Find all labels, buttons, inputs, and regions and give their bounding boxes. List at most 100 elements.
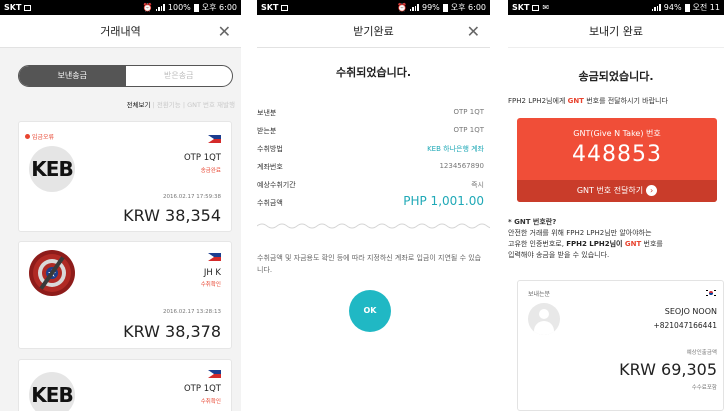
battery-icon	[684, 3, 690, 12]
status-bar: SKT ⏰ 99% 오후 6:00	[257, 0, 490, 15]
recipient-name: JH K	[203, 268, 221, 278]
tab-sent[interactable]: 보낸송금	[19, 66, 126, 86]
explain-line: 안전한 거래를 위해 FPH2 LPH2님만 알아야하는	[508, 229, 652, 237]
user-avatar-icon	[528, 303, 560, 335]
share-gnt-button[interactable]: GNT 번호 전달하기 ›	[517, 180, 717, 202]
battery-icon	[442, 3, 448, 12]
send-complete-screen: SKT ✉ 94% 오전 11 보내기 완료 송금되었습니다. FPH2 LPH2…	[508, 0, 724, 411]
wave-divider	[257, 223, 490, 229]
detail-key: 보낸분	[257, 109, 277, 117]
received-amount: PHP 1,001.00	[403, 194, 484, 208]
gnt-code-panel: GNT(Give N Take) 번호 448853 GNT 번호 전달하기 ›	[517, 118, 717, 202]
sender-label: 보내는분	[528, 291, 551, 298]
close-icon[interactable]: ✕	[467, 15, 480, 48]
gnt-question: * GNT 번호란?	[508, 218, 557, 226]
clock: 오후 6:00	[201, 3, 237, 12]
alarm-icon: ⏰	[397, 3, 407, 12]
detail-row: 수취방법 KEB 하나은행 계좌	[257, 139, 490, 157]
filter-links: 전체보기 | 전환기능 | GNT 번호 재발행	[0, 99, 241, 109]
detail-value: KEB 하나은행 계좌	[427, 145, 484, 153]
app-header: 거래내역 ✕	[0, 15, 241, 48]
transfer-status: 수취확인	[200, 399, 221, 405]
detail-value: OTP 1QT	[453, 126, 484, 134]
status-bar: SKT ⏰ 100% 오후 6:00	[0, 0, 241, 15]
delay-notice: 수취금액 및 자금용도 확인 등에 따라 지정하신 계좌로 입금이 지연될 수 …	[257, 254, 482, 274]
transaction-card[interactable]: 입금오류 KEB OTP 1QT 송금완료 2016.02.17 17:59:3…	[18, 121, 232, 232]
transaction-card[interactable]: JH K 수취확인 2016.02.17 13:28:13 KRW 38,378	[18, 241, 232, 349]
detail-key: 받는분	[257, 127, 277, 135]
korea-flag-icon	[705, 289, 717, 299]
detail-row: 받는분 OTP 1QT	[257, 121, 490, 139]
instruction-text: FPH2 LPH2님에게	[508, 97, 568, 105]
explain-line: 입력해야 송금을 받을 수 있습니다.	[508, 251, 610, 259]
filter-all-link[interactable]: 전체보기	[127, 101, 151, 109]
app-header: 보내기 완료	[508, 15, 724, 48]
receipt-details: 보낸분 OTP 1QT 받는분 OTP 1QT 수취방법 KEB 하나은행 계좌 계좌…	[257, 103, 490, 211]
completion-heading: 수취되었습니다.	[335, 66, 412, 79]
carrier-label: SKT	[261, 3, 279, 12]
gnt-code-label: GNT(Give N Take) 번호	[573, 129, 661, 138]
bank-avatar: KEB	[29, 146, 75, 192]
sender-phone: +821047166441	[653, 321, 717, 330]
detail-value: 즉시	[471, 181, 484, 189]
ok-button[interactable]: OK	[349, 290, 391, 332]
sender-name: SEOJO NOON	[664, 307, 717, 316]
detail-key: 수취방법	[257, 145, 283, 153]
screenshot-icon	[24, 4, 32, 11]
battery-percent: 94%	[663, 3, 682, 12]
shield-avatar-icon	[29, 250, 75, 296]
transfer-date: 2016.02.17 17:59:38	[163, 194, 221, 200]
error-badge: 입금오류	[25, 132, 54, 141]
mail-icon: ✉	[542, 3, 550, 12]
recipient-name: OTP 1QT	[183, 153, 221, 163]
detail-value: OTP 1QT	[453, 108, 484, 116]
gnt-highlight: GNT	[567, 97, 584, 105]
signal-icon	[651, 4, 661, 11]
screenshot-stage: SKT ⏰ 100% 오후 6:00 거래내역 ✕ 보낸송금 받은송금 전체보기…	[0, 0, 724, 411]
detail-row: 계좌번호 1234567890	[257, 157, 490, 175]
share-gnt-label: GNT 번호 전달하기	[576, 186, 644, 195]
detail-key: 계좌번호	[257, 163, 283, 171]
tab-received[interactable]: 받은송금	[126, 66, 233, 86]
instruction-text: 번호를 전달하시기 바랍니다	[583, 97, 668, 105]
detail-key: 예상수취기간	[257, 181, 296, 189]
signal-icon	[155, 4, 165, 11]
transaction-card[interactable]: KEB OTP 1QT 수취확인	[18, 359, 232, 411]
fee-label: 수수료포함	[691, 385, 717, 391]
error-badge-label: 입금오류	[32, 134, 55, 141]
transaction-history-screen: SKT ⏰ 100% 오후 6:00 거래내역 ✕ 보낸송금 받은송금 전체보기…	[0, 0, 241, 411]
carrier-label: SKT	[4, 3, 22, 12]
clock: 오전 11	[692, 3, 720, 12]
detail-row: 수취금액 PHP 1,001.00	[257, 193, 490, 211]
detail-key: 수취금액	[257, 199, 283, 207]
detail-row: 보낸분 OTP 1QT	[257, 103, 490, 121]
recipient-name: OTP 1QT	[183, 384, 221, 394]
expected-label: 예상인출금액	[686, 350, 717, 356]
app-header: 받기완료 ✕	[257, 15, 490, 48]
page-title: 거래내역	[100, 25, 141, 38]
page-title: 보내기 완료	[588, 25, 644, 38]
error-dot-icon	[25, 134, 30, 139]
explain-line: 고유한 인증번호로, FPH2 LPH2님이 GNT 번호를	[508, 240, 663, 248]
gnt-explanation: * GNT 번호란? 안전한 거래를 위해 FPH2 LPH2님만 알아야하는 …	[508, 217, 724, 261]
completion-heading: 송금되었습니다.	[578, 70, 654, 83]
filter-other-links[interactable]: | 전환기능 | GNT 번호 재발행	[153, 101, 235, 109]
detail-value: 1234567890	[439, 162, 484, 170]
gnt-code: 448853	[572, 142, 662, 167]
signal-icon	[409, 4, 419, 11]
expected-amount: KRW 69,305	[619, 360, 717, 379]
gnt-instruction: FPH2 LPH2님에게 GNT 번호를 전달하시기 바랍니다	[508, 96, 724, 106]
alarm-icon: ⏰	[142, 3, 153, 12]
battery-icon	[193, 3, 199, 12]
philippines-flag-icon	[208, 370, 221, 378]
transfer-date: 2016.02.17 13:28:13	[163, 309, 221, 315]
screenshot-icon	[532, 4, 540, 11]
transfer-amount: KRW 38,378	[123, 322, 221, 341]
sender-card: 보내는분 SEOJO NOON +821047166441 예상인출금액 KRW…	[517, 280, 724, 411]
clock: 오후 6:00	[450, 3, 486, 12]
arrow-right-icon: ›	[646, 185, 658, 196]
transfer-status: 수취확인	[200, 282, 221, 288]
segmented-tabs: 보낸송금 받은송금	[18, 65, 233, 87]
close-icon[interactable]: ✕	[218, 15, 231, 48]
transfer-status: 송금완료	[200, 168, 221, 174]
